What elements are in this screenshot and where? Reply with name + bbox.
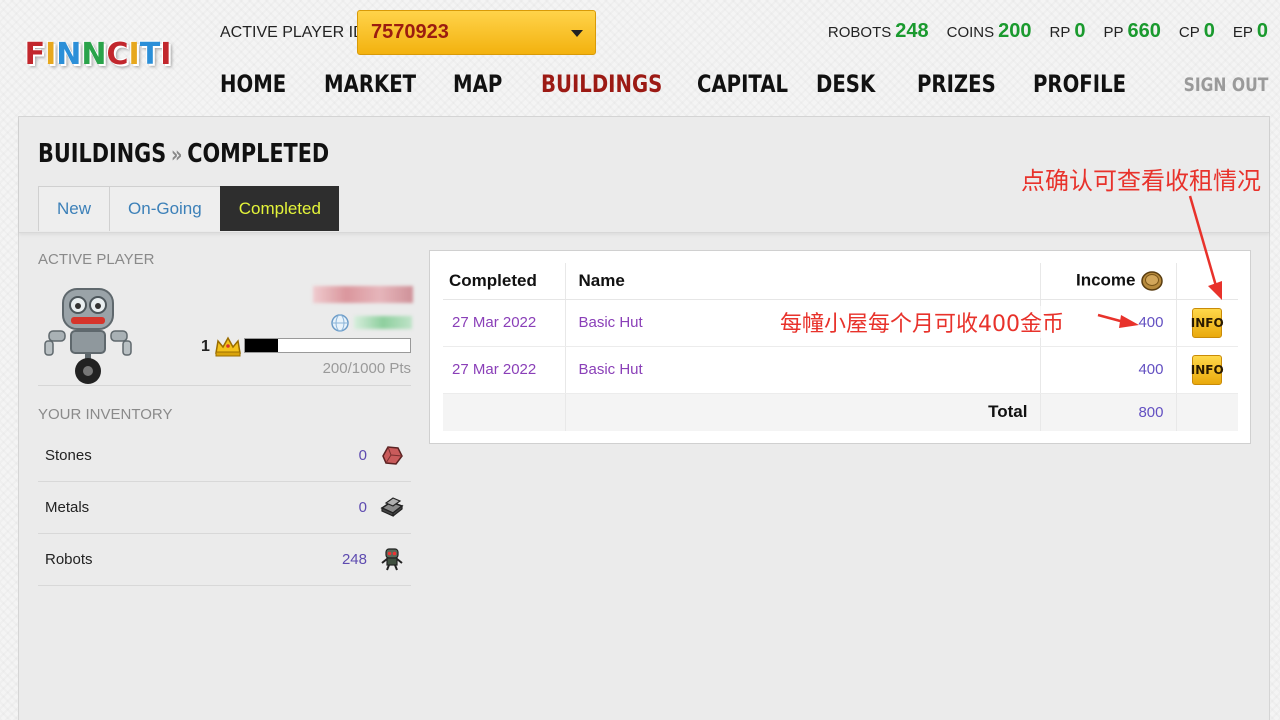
row-income: 400 bbox=[1039, 346, 1176, 394]
col-header-completed[interactable]: Completed bbox=[443, 263, 565, 300]
inventory-count: 0 bbox=[358, 499, 367, 516]
stat-ep: EP 0 bbox=[1232, 20, 1268, 42]
tab-on-going[interactable]: On-Going bbox=[109, 186, 220, 231]
stat-rp: RP 0 bbox=[1049, 20, 1086, 42]
sign-out-link[interactable]: SIGN OUT bbox=[1183, 74, 1268, 96]
total-label: Total bbox=[564, 393, 1040, 431]
main-nav: HOME MARKET MAP BUILDINGS CAPITAL DESK P… bbox=[220, 70, 1147, 98]
income-header-label: Income bbox=[1075, 270, 1136, 290]
level-progress-bar bbox=[244, 338, 411, 353]
total-empty-cell bbox=[443, 393, 565, 431]
sidebar-divider bbox=[38, 385, 411, 386]
player-id-select[interactable]: 7570923 bbox=[357, 10, 596, 55]
annotation-mid-note: 每幢小屋每个月可收400金币 bbox=[780, 306, 1064, 338]
breadcrumb-separator: » bbox=[171, 143, 183, 168]
table-total-row: Total 800 bbox=[443, 393, 1238, 431]
globe-icon bbox=[331, 314, 349, 332]
level-progress-fill bbox=[245, 339, 278, 352]
tab-completed[interactable]: Completed bbox=[219, 186, 339, 231]
inventory-name: Metals bbox=[45, 499, 90, 516]
chevron-down-icon bbox=[571, 30, 583, 37]
player-id-value: 7570923 bbox=[371, 21, 449, 43]
inventory-row-stones: Stones 0 bbox=[38, 430, 411, 482]
robot-avatar bbox=[44, 288, 132, 384]
row-action-cell: INFO bbox=[1175, 346, 1238, 394]
nav-capital[interactable]: CAPITAL bbox=[697, 70, 788, 98]
inventory-row-robots: Robots 248 bbox=[38, 534, 411, 586]
inventory-row-metals: Metals 0 bbox=[38, 482, 411, 534]
finnciti-logo[interactable]: FINNCITI bbox=[20, 32, 176, 76]
stat-cp: CP 0 bbox=[1178, 20, 1215, 42]
table-row[interactable]: 27 Mar 2022 Basic Hut 400 INFO bbox=[443, 346, 1238, 394]
info-button[interactable]: INFO bbox=[1191, 307, 1224, 338]
breadcrumb-current: COMPLETED bbox=[187, 139, 330, 169]
total-value: 800 bbox=[1039, 393, 1176, 431]
col-header-name[interactable]: Name bbox=[564, 263, 1040, 300]
inventory-count: 0 bbox=[358, 447, 367, 464]
completed-buildings-table: Completed Name Income 27 Mar 2022 Basic … bbox=[443, 263, 1238, 431]
metal-icon bbox=[380, 497, 404, 517]
col-header-action bbox=[1175, 263, 1238, 300]
guild-name-blurred bbox=[354, 316, 412, 329]
nav-buildings[interactable]: BUILDINGS bbox=[541, 70, 662, 98]
stat-pp: PP 660 bbox=[1103, 20, 1161, 42]
player-level: 1 bbox=[201, 338, 210, 355]
crown-icon bbox=[215, 336, 241, 357]
table-header-row: Completed Name Income bbox=[443, 263, 1238, 300]
completed-buildings-card: Completed Name Income 27 Mar 2022 Basic … bbox=[429, 250, 1251, 444]
panel-header: BUILDINGS» COMPLETED New On-Going Complet… bbox=[19, 117, 1269, 233]
nav-map[interactable]: MAP bbox=[453, 70, 502, 98]
col-header-income[interactable]: Income bbox=[1039, 263, 1176, 300]
level-points: 200/1000 Pts bbox=[322, 360, 411, 377]
inventory-label: YOUR INVENTORY bbox=[38, 406, 173, 423]
building-tabs: New On-Going Completed bbox=[38, 186, 339, 231]
active-player-id-label: ACTIVE PLAYER ID bbox=[220, 24, 365, 41]
nav-prizes[interactable]: PRIZES bbox=[917, 70, 996, 98]
tab-new[interactable]: New bbox=[38, 186, 110, 231]
nav-market[interactable]: MARKET bbox=[324, 70, 416, 98]
nav-desk[interactable]: DESK bbox=[816, 70, 875, 98]
inventory-count: 248 bbox=[341, 551, 367, 568]
inventory-name: Robots bbox=[45, 551, 93, 568]
breadcrumb: BUILDINGS» COMPLETED bbox=[38, 139, 329, 169]
active-player-label: ACTIVE PLAYER bbox=[38, 251, 155, 268]
coin-icon bbox=[1140, 271, 1163, 291]
nav-profile[interactable]: PROFILE bbox=[1033, 70, 1126, 98]
row-action-cell: INFO bbox=[1175, 299, 1238, 347]
row-completed-date: 27 Mar 2022 bbox=[443, 299, 565, 347]
row-completed-date: 27 Mar 2022 bbox=[443, 346, 565, 394]
resource-stats: ROBOTS 248 COINS 200 RP 0 PP 660 CP 0 EP 0 bbox=[828, 20, 1268, 43]
robot-icon bbox=[381, 548, 403, 571]
total-action-cell bbox=[1175, 393, 1238, 431]
player-name-blurred bbox=[313, 286, 413, 303]
inventory-name: Stones bbox=[45, 447, 92, 464]
annotation-top-note: 点确认可查看收租情况 bbox=[1021, 167, 1261, 195]
stat-coins: COINS 200 bbox=[946, 20, 1032, 42]
main-panel: BUILDINGS» COMPLETED New On-Going Complet… bbox=[18, 116, 1270, 720]
info-button[interactable]: INFO bbox=[1191, 354, 1224, 385]
nav-home[interactable]: HOME bbox=[220, 70, 286, 98]
stone-icon bbox=[382, 446, 403, 465]
row-building-name[interactable]: Basic Hut bbox=[564, 346, 1040, 394]
breadcrumb-section[interactable]: BUILDINGS bbox=[38, 139, 166, 169]
stat-robots: ROBOTS 248 bbox=[827, 20, 929, 42]
